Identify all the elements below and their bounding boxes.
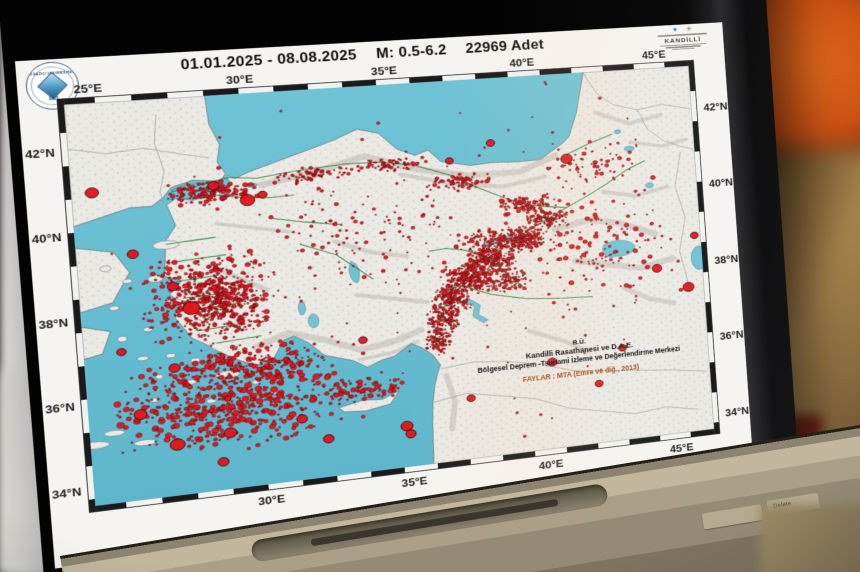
axis-label: 34°N: [51, 484, 82, 501]
axis-label: 42°N: [703, 99, 728, 113]
axis-label: 38°N: [713, 251, 739, 266]
map-frame: B.Ü. Kandilli Rasathanesi ve D.A.E. Bölg…: [57, 60, 720, 512]
axis-label: 34°N: [724, 403, 750, 419]
background-table-corner: [760, 505, 860, 572]
axis-label: 35°E: [370, 63, 398, 78]
axis-label: 35°E: [401, 473, 428, 490]
title-magnitude-range: M: 0.5-6.2: [375, 41, 448, 62]
axis-label: 40°E: [508, 55, 535, 70]
kandilli-logo-line: [672, 47, 695, 50]
bogazici-logo-gem-icon: [37, 71, 68, 100]
axis-label: 42°N: [24, 145, 56, 161]
axis-label: 40°E: [538, 456, 564, 472]
map-canvas: [63, 65, 715, 507]
axis-label: 36°N: [44, 399, 76, 417]
axis-label: 25°E: [72, 80, 103, 96]
crest-icon: ✦: [671, 25, 679, 34]
title-date-range: 01.01.2025 - 08.08.2025: [180, 46, 358, 73]
title-event-count: 22969 Adet: [464, 36, 545, 57]
axis-label: 45°E: [641, 47, 666, 61]
axis-label: 40°N: [708, 175, 734, 190]
seal-icon: ✳: [685, 24, 693, 34]
kandilli-logo-icons: ✦ ✳: [671, 24, 693, 34]
axis-label: 30°E: [257, 491, 286, 508]
keyboard-key: [701, 504, 764, 530]
photo-scene: 01.01.2025 - 08.08.2025 M: 0.5-6.2 22969 A…: [0, 0, 860, 572]
map-svg: [63, 65, 715, 507]
axis-label: 38°N: [38, 315, 69, 332]
axis-label: 36°N: [719, 327, 744, 343]
axis-label: 40°N: [31, 230, 62, 246]
axis-label: 30°E: [225, 71, 254, 87]
